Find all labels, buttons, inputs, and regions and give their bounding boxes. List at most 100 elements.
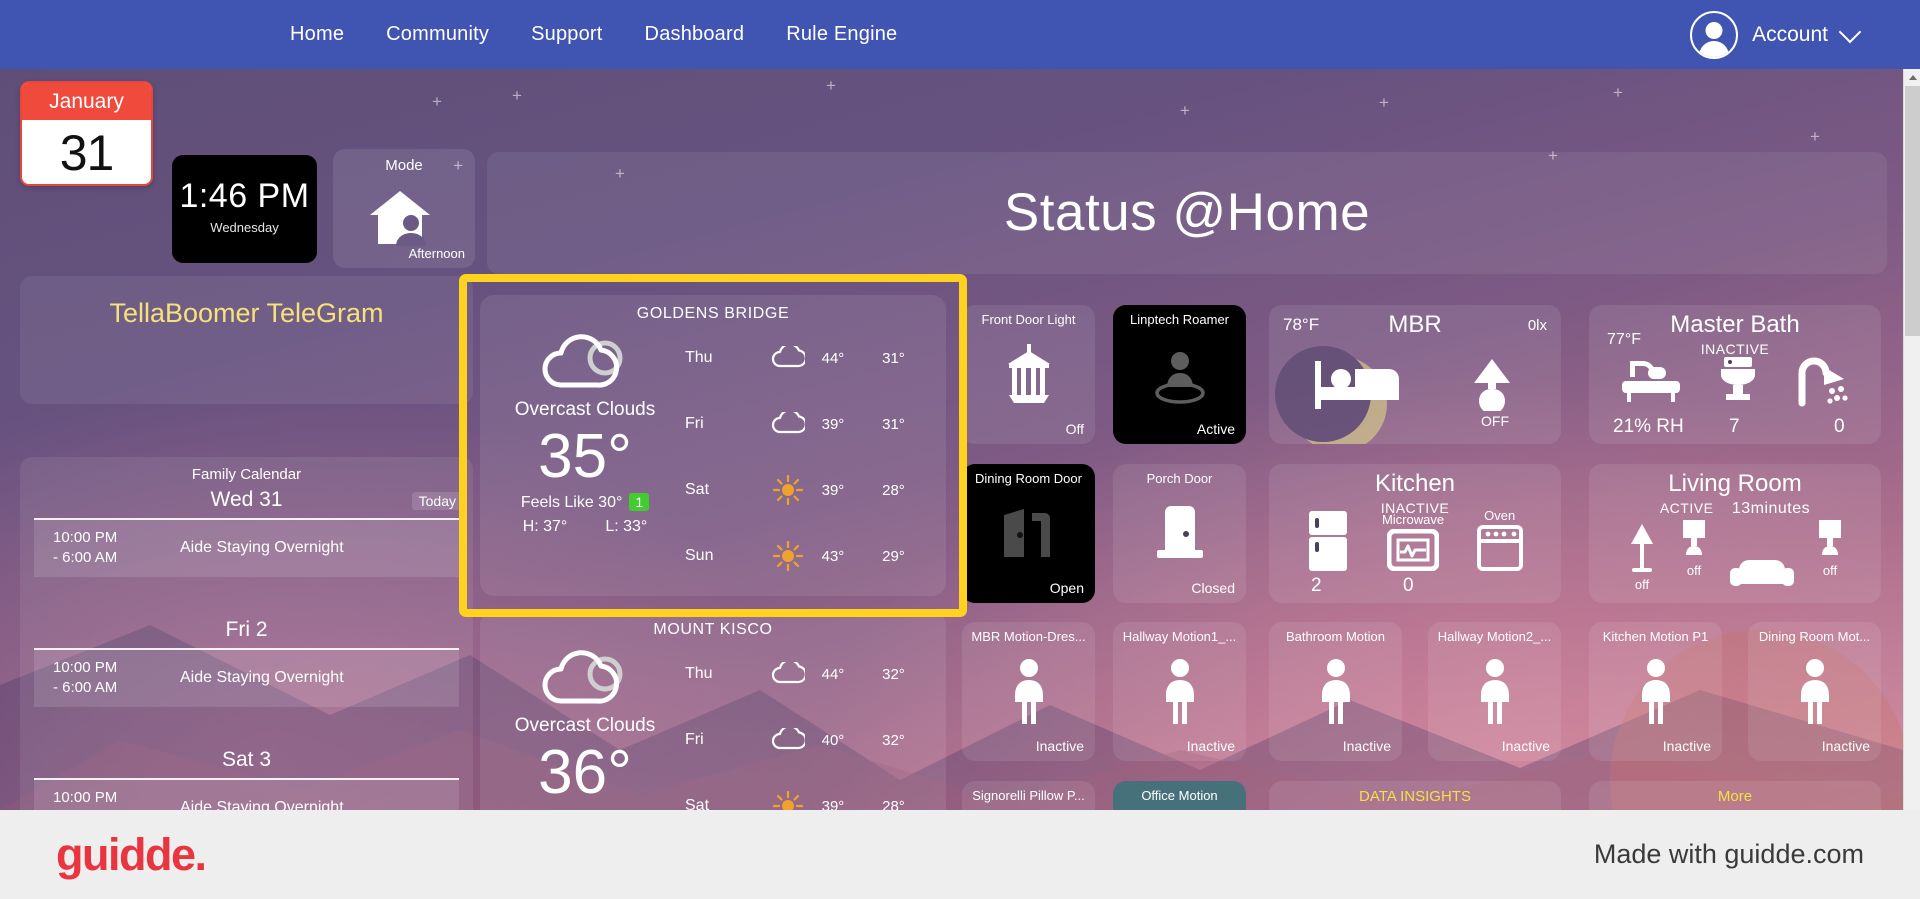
date-card-month: January [22, 83, 151, 120]
device-state: Inactive [1662, 738, 1711, 754]
device-tile-mbr[interactable]: 78°F MBR 0lx OFF [1269, 305, 1561, 444]
table-lamp-group[interactable]: off [1679, 520, 1709, 578]
microwave-group[interactable]: Microwave [1382, 512, 1444, 571]
mode-tile[interactable]: Mode + Afternoon [333, 149, 475, 268]
device-state: Inactive [1186, 738, 1235, 754]
device-tile-signorelli-pillow[interactable]: Signorelli Pillow P... [962, 781, 1095, 810]
sparkle-icon: + [1180, 101, 1190, 120]
forecast-day: Sun [685, 547, 714, 564]
mode-value: Afternoon [408, 246, 465, 261]
calendar-event-row[interactable]: 10:00 PM- 6:00 AM Aide Staying Overnight [34, 780, 459, 810]
sparkle-icon: + [453, 156, 463, 175]
account-label: Account [1752, 22, 1828, 46]
date-card[interactable]: January 31 [20, 81, 153, 186]
weather-forecast-row: Sun 43° 29° [685, 523, 934, 589]
device-tile-data-insights[interactable]: DATA INSIGHTS [1269, 781, 1561, 810]
telaboomer-telegram-tile[interactable]: TellaBoomer TeleGram [20, 276, 473, 404]
account-menu[interactable]: Account [1690, 0, 1862, 69]
fridge-icon [1309, 511, 1348, 571]
couch-group[interactable] [1729, 552, 1795, 592]
calendar-event-row[interactable]: 10:00 PM- 6:00 AM Aide Staying Overnight [34, 520, 459, 577]
bath-humidity: 21% RH [1613, 416, 1684, 437]
device-tile-motion-5[interactable]: Dining Room Mot... Inactive [1748, 622, 1881, 761]
living-room-duration: 13minutes [1731, 500, 1811, 517]
thumbs-down-icon [962, 791, 1095, 810]
chevron-down-icon[interactable] [1838, 20, 1862, 43]
weather-feels-like: Feels Like 30° [520, 494, 623, 511]
device-tile-dining-room-door[interactable]: Dining Room Door Open [962, 464, 1095, 603]
device-tile-porch-door[interactable]: Porch Door Closed [1113, 464, 1246, 603]
sparkle-icon: + [432, 92, 442, 111]
weather-forecast-row: Thu 44° 31° [685, 325, 934, 391]
forecast-high: 43° [821, 547, 845, 565]
forecast-low: 32° [882, 665, 905, 683]
made-with-label: Made with guidde.com [1593, 839, 1864, 869]
weather-forecast-list: Thu 44° 31° Fri 39° 31° Sat 39° 28° Sun … [685, 325, 934, 589]
weather-widget-mount-kisco[interactable]: MOUNT KISCO Overcast Clouds 36° Feels Li… [480, 611, 946, 810]
device-tile-front-door-light[interactable]: Front Door Light Off [962, 305, 1095, 444]
device-name: Kitchen [1374, 470, 1456, 497]
sparkle-icon: + [1379, 93, 1389, 112]
mbr-lamp-state: OFF [1481, 413, 1509, 429]
device-tile-motion-4[interactable]: Kitchen Motion P1 Inactive [1589, 622, 1722, 761]
device-status: ACTIVE [1659, 500, 1714, 516]
sparkle-icon: + [1613, 83, 1623, 102]
scrollbar-thumb[interactable] [1905, 86, 1920, 336]
forecast-high: 39° [821, 415, 845, 433]
family-calendar-widget[interactable]: Family Calendar Wed 31 Today 10:00 PM - 6… [20, 457, 473, 810]
table-lamp-group-2[interactable]: off [1815, 520, 1845, 578]
weather-forecast-row: Thu 44° 32° [685, 641, 934, 707]
weather-widget-goldens-bridge[interactable]: GOLDENS BRIDGE Overcast Clouds 35° Feels… [480, 295, 946, 596]
footer-bar: guidde. Made with guidde.com [0, 810, 1920, 899]
guidde-logo: guidde. [56, 828, 207, 880]
oven-label: Oven [1484, 508, 1516, 523]
device-tile-linptech-roamer[interactable]: Linptech Roamer Active [1113, 305, 1246, 444]
forecast-low: 28° [882, 797, 905, 811]
scroll-up-arrow-icon[interactable] [1904, 69, 1920, 86]
shower-icon [1798, 357, 1848, 407]
forecast-high: 39° [821, 797, 845, 811]
mbr-lamp[interactable]: OFF [1465, 353, 1525, 429]
nav-link-home[interactable]: Home [290, 23, 344, 46]
nav-link-support[interactable]: Support [531, 23, 602, 46]
bed-icon [1315, 357, 1401, 413]
nav-link-rule-engine[interactable]: Rule Engine [786, 23, 897, 46]
device-tile-more[interactable]: More [1589, 781, 1881, 810]
shower-group[interactable] [1794, 355, 1850, 407]
weather-city: GOLDENS BRIDGE [636, 305, 790, 322]
device-tile-office-motion[interactable]: Office Motion Inactive [1113, 781, 1246, 810]
oven-group[interactable]: Oven [1476, 508, 1523, 571]
toilet-icon [1720, 357, 1755, 400]
device-tile-living-room[interactable]: Living Room ACTIVE 13minutes off off off [1589, 464, 1881, 603]
nav-link-community[interactable]: Community [386, 23, 489, 46]
cloud-icon [480, 331, 690, 393]
device-state: Active [1196, 421, 1235, 437]
calendar-today-badge: Today [411, 492, 463, 510]
forecast-day: Thu [685, 665, 713, 682]
floor-lamp-group[interactable]: off [1625, 522, 1659, 592]
device-tile-kitchen[interactable]: Kitchen INACTIVE Microwave Oven 2 0 [1269, 464, 1561, 603]
toilet-group[interactable] [1713, 355, 1763, 407]
weather-forecast-row: Sat 39° 28° [685, 457, 934, 523]
account-avatar-icon [1690, 10, 1739, 59]
calendar-event-row[interactable]: 10:00 PM- 6:00 AM Aide Staying Overnight [34, 650, 459, 707]
fridge-group[interactable] [1307, 511, 1349, 571]
microwave-icon [1387, 529, 1439, 571]
device-tile-motion-0[interactable]: MBR Motion-Dres... Inactive [962, 622, 1095, 761]
device-name: MBR [1388, 311, 1442, 338]
forecast-day: Fri [685, 415, 704, 432]
bathtub-group[interactable] [1620, 357, 1682, 407]
page-scrollbar[interactable] [1903, 69, 1920, 810]
clock-widget[interactable]: 1:46 PM Wednesday [172, 155, 317, 263]
forecast-high: 44° [821, 349, 845, 367]
weather-high: H: 37° [522, 518, 568, 535]
sun-icon [754, 791, 821, 810]
device-tile-master-bath[interactable]: Master Bath INACTIVE 77°F 21% RH 7 0 [1589, 305, 1881, 444]
device-name: DATA INSIGHTS [1359, 788, 1471, 805]
device-state: Off [1065, 421, 1084, 437]
device-tile-motion-3[interactable]: Hallway Motion2_... Inactive [1428, 622, 1561, 761]
sparkle-icon: + [826, 76, 836, 95]
device-tile-motion-2[interactable]: Bathroom Motion Inactive [1269, 622, 1402, 761]
nav-link-dashboard[interactable]: Dashboard [645, 23, 745, 46]
device-tile-motion-1[interactable]: Hallway Motion1_... Inactive [1113, 622, 1246, 761]
